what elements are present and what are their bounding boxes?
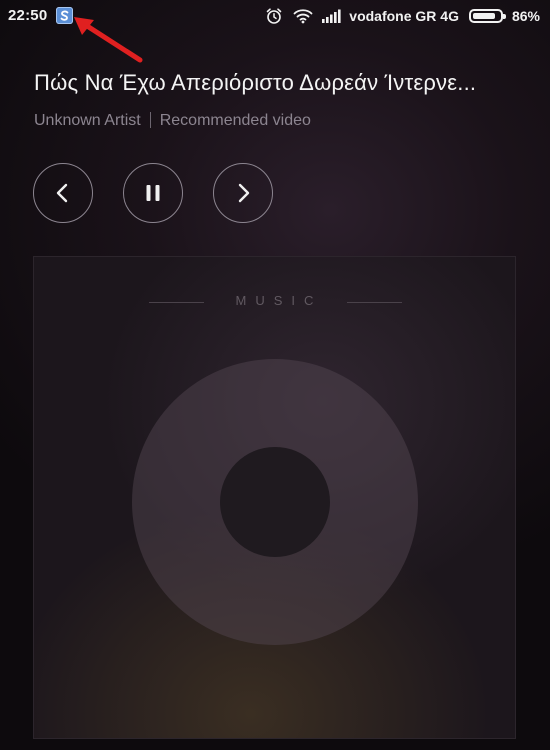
- status-icons: vodafone GR 4G 86%: [265, 6, 540, 26]
- next-button[interactable]: [213, 163, 273, 223]
- disc-center-hole: [220, 447, 330, 557]
- music-label: MUSIC: [235, 293, 323, 308]
- track-title: Πώς Να Έχω Απεριόριστο Δωρεάν Ίντερνε...: [34, 70, 477, 95]
- album-artwork: MUSIC: [33, 256, 516, 739]
- chevron-right-icon: [238, 183, 250, 203]
- battery-percent: 86%: [511, 8, 540, 24]
- previous-button[interactable]: [33, 163, 93, 223]
- track-subtitle: Unknown Artist Recommended video: [34, 112, 311, 130]
- signal-icon: [322, 9, 341, 23]
- carrier-name: vodafone GR 4G: [349, 8, 459, 24]
- status-time: 22:50: [8, 7, 48, 24]
- music-label-line-right: [347, 302, 402, 303]
- pause-icon: [146, 185, 160, 201]
- track-artist: Unknown Artist: [34, 112, 141, 129]
- battery-icon: [468, 9, 506, 23]
- subtitle-divider: [149, 112, 151, 128]
- alarm-icon: [266, 8, 282, 24]
- battery-level-fill: [472, 13, 495, 19]
- disc-icon: [132, 359, 418, 645]
- wifi-icon: [293, 9, 313, 24]
- chevron-left-icon: [56, 183, 68, 203]
- track-source: Recommended video: [159, 112, 311, 129]
- pause-button[interactable]: [123, 163, 183, 223]
- annotation-arrow-icon: [74, 17, 143, 63]
